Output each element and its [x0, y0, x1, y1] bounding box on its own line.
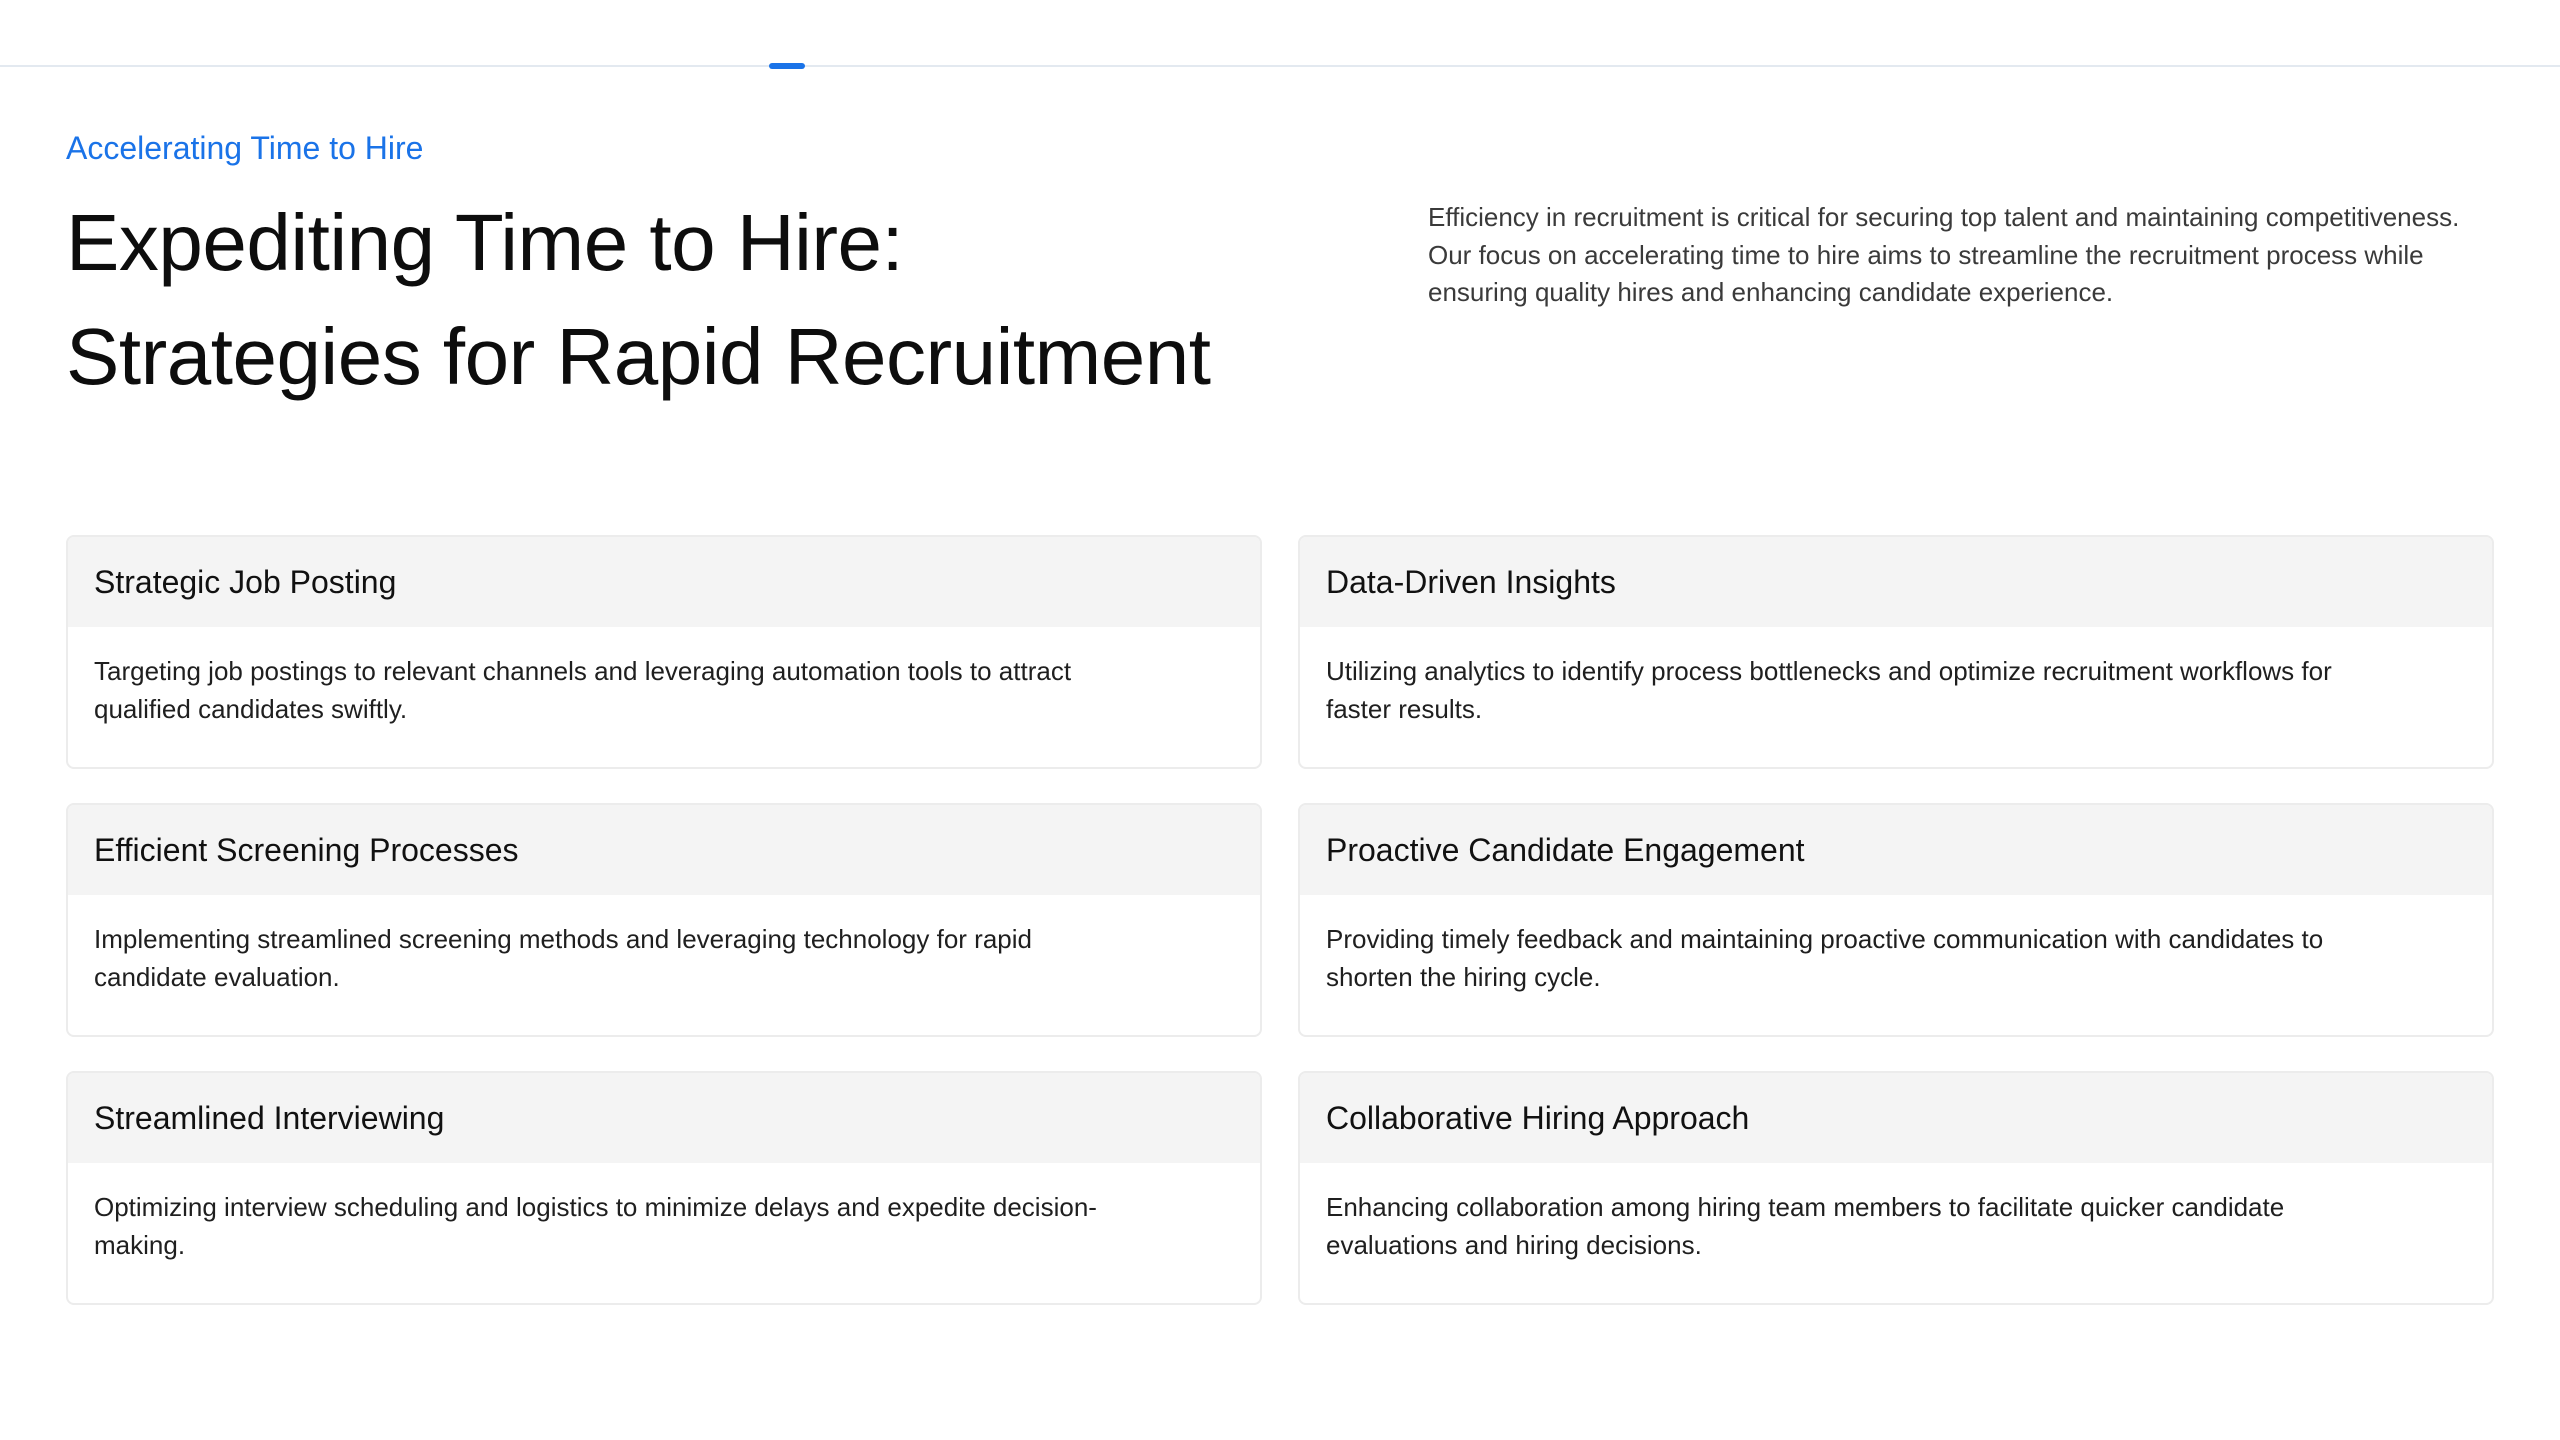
strategy-cards-grid: Strategic Job Posting Targeting job post… — [66, 535, 2494, 1305]
card-title: Proactive Candidate Engagement — [1300, 805, 2492, 895]
card-description: Enhancing collaboration among hiring tea… — [1326, 1192, 2285, 1260]
page-title-line-2: Strategies for Rapid Recruitment — [66, 312, 1211, 401]
active-tab-indicator — [769, 63, 805, 69]
card-collaborative-hiring-approach: Collaborative Hiring Approach Enhancing … — [1298, 1071, 2494, 1305]
card-title: Streamlined Interviewing — [68, 1073, 1260, 1163]
card-strategic-job-posting: Strategic Job Posting Targeting job post… — [66, 535, 1262, 769]
card-description: Utilizing analytics to identify process … — [1326, 656, 2332, 724]
card-proactive-candidate-engagement: Proactive Candidate Engagement Providing… — [1298, 803, 2494, 1037]
card-description: Targeting job postings to relevant chann… — [94, 656, 1072, 724]
intro-paragraph: Efficiency in recruitment is critical fo… — [1428, 202, 2460, 307]
card-description: Implementing streamlined screening metho… — [94, 924, 1032, 992]
card-description: Providing timely feedback and maintainin… — [1326, 924, 2324, 992]
card-description: Optimizing interview scheduling and logi… — [94, 1192, 1097, 1260]
card-title: Collaborative Hiring Approach — [1300, 1073, 2492, 1163]
card-data-driven-insights: Data-Driven Insights Utilizing analytics… — [1298, 535, 2494, 769]
page-title: Expediting Time to Hire: Strategies for … — [66, 186, 1366, 414]
page-title-line-1: Expediting Time to Hire: — [66, 198, 904, 287]
card-efficient-screening-processes: Efficient Screening Processes Implementi… — [66, 803, 1262, 1037]
card-title: Strategic Job Posting — [68, 537, 1260, 627]
card-streamlined-interviewing: Streamlined Interviewing Optimizing inte… — [66, 1071, 1262, 1305]
card-title: Data-Driven Insights — [1300, 537, 2492, 627]
card-title: Efficient Screening Processes — [68, 805, 1260, 895]
section-eyebrow: Accelerating Time to Hire — [66, 130, 424, 166]
top-divider — [0, 65, 2560, 67]
